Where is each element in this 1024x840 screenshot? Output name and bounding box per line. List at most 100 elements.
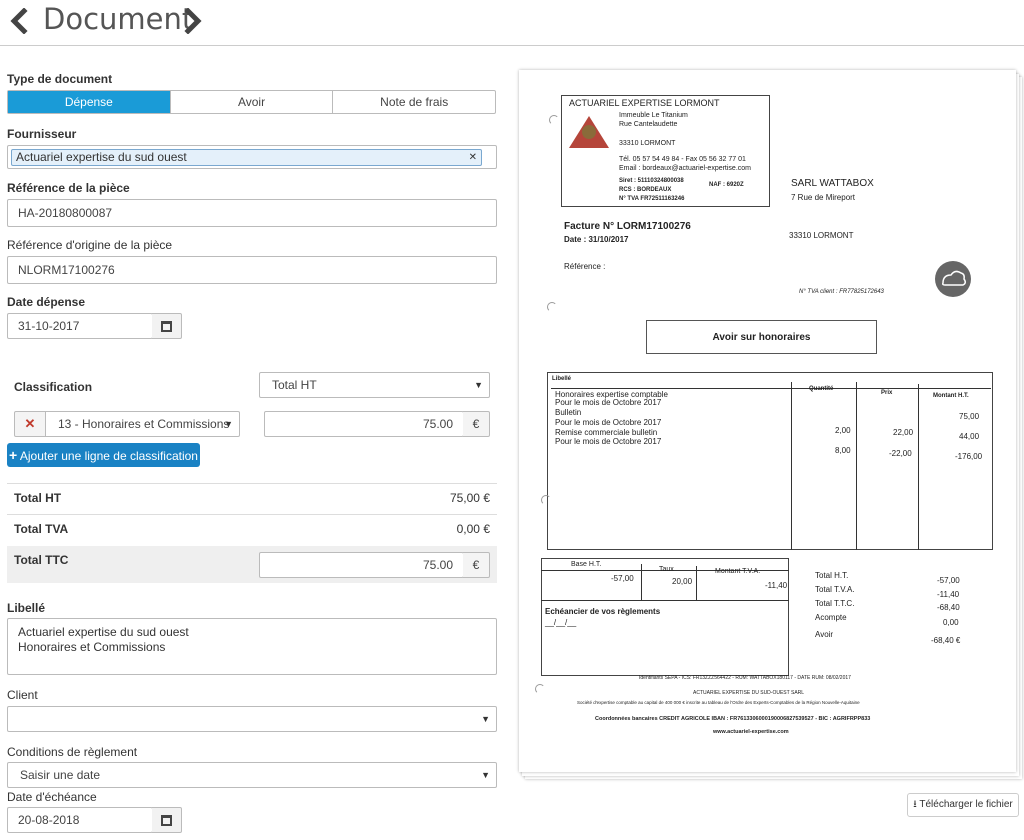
item-price: 22,00 <box>893 428 914 437</box>
item-line: Pour le mois de Octobre 2017 <box>555 437 662 446</box>
remove-line-button[interactable]: ✕ <box>14 411 46 437</box>
divider <box>856 382 857 550</box>
inv-total-label: Avoir <box>815 630 834 639</box>
inv-total-label: Total T.T.C. <box>815 599 855 608</box>
due-date-picker-button[interactable] <box>152 807 182 833</box>
type-option-depense[interactable]: Dépense <box>8 91 171 113</box>
divider <box>641 564 642 600</box>
reference-input[interactable]: HA-20180800087 <box>7 199 497 227</box>
total-tva-value: 0,00 € <box>456 522 490 536</box>
punch-hole <box>541 495 551 505</box>
supplier-select[interactable]: Actuariel expertise du sud ouest ✕ <box>7 145 497 169</box>
page-title: Document <box>43 2 194 36</box>
date-picker-button[interactable] <box>152 313 182 339</box>
invoice-page: ACTUARIEL EXPERTISE LORMONT Immeuble Le … <box>519 70 1016 772</box>
issuer-email: Email : bordeaux@actuariel-expertise.com <box>619 165 751 172</box>
item-qty: 2,00 <box>835 426 851 435</box>
divider <box>918 384 919 550</box>
chevron-down-icon: ▼ <box>224 419 233 429</box>
payment-terms-select[interactable]: Saisir une date ▼ <box>7 762 497 788</box>
item-qty: 8,00 <box>835 446 851 455</box>
payment-terms-label: Conditions de règlement <box>7 745 138 759</box>
col-amount: Montant H.T. <box>933 393 969 399</box>
item-line: Pour le mois de Octobre 2017 <box>555 418 662 427</box>
item-amount: 75,00 <box>959 412 980 421</box>
issuer-naf: NAF : 6920Z <box>709 182 744 188</box>
download-icon: ⭳ <box>913 799 917 810</box>
client-name: SARL WATTABOX <box>791 178 874 189</box>
libelle-line: Actuariel expertise du sud ouest <box>18 625 189 639</box>
footer-line: Coordonnées bancaires CREDIT AGRICOLE IB… <box>595 716 871 722</box>
reference-label: Référence de la pièce <box>7 181 130 195</box>
total-ht-value: 75,00 € <box>449 491 490 505</box>
sepa-line: Identifiants SEPA - ICS: FR13ZZZ564422 -… <box>639 675 851 681</box>
item-amount: 44,00 <box>959 432 980 441</box>
close-icon: ✕ <box>24 416 36 431</box>
vat-value: -11,40 <box>765 581 788 590</box>
col-qty: Quantité <box>809 386 834 392</box>
inv-total-value: -11,40 <box>937 590 960 599</box>
inv-total-value: -68,40 € <box>931 636 961 645</box>
classification-mode-select[interactable]: Total HT ▼ <box>259 372 490 398</box>
vat-value: -57,00 <box>611 574 634 583</box>
client-tva: N° TVA client : FR77825172643 <box>799 289 884 295</box>
category-select[interactable]: 13 - Honoraires et Commissions ▼ <box>45 411 240 437</box>
col-libelle: Libellé <box>552 376 572 382</box>
supplier-value: Actuariel expertise du sud ouest <box>16 150 187 164</box>
download-file-button[interactable]: ⭳ Télécharger le fichier <box>907 793 1019 817</box>
client-addr2: 33310 LORMONT <box>789 231 854 240</box>
divider <box>551 388 991 389</box>
issuer-addr2: Rue Cantelaudette <box>619 121 678 128</box>
divider <box>7 483 497 484</box>
client-select[interactable]: ▼ <box>7 706 497 732</box>
line-amount-input[interactable]: 75.00 <box>264 411 464 437</box>
col-price: Prix <box>881 390 893 396</box>
chevron-down-icon: ▼ <box>481 770 490 780</box>
document-type-label: Type de document <box>7 72 113 86</box>
add-line-label: Ajouter une ligne de classification <box>19 449 198 463</box>
footer-line: ACTUARIEL EXPERTISE DU SUD-OUEST SARL <box>693 690 805 696</box>
vat-header: Base H.T. <box>571 561 602 568</box>
divider <box>791 382 792 550</box>
due-date-label: Date d'échéance <box>7 790 97 804</box>
item-price: -22,00 <box>889 449 912 458</box>
remove-supplier-icon[interactable]: ✕ <box>469 150 477 165</box>
stamp-icon <box>935 261 971 297</box>
chevron-down-icon: ▼ <box>474 380 483 390</box>
type-option-note-de-frais[interactable]: Note de frais <box>333 91 495 113</box>
supplier-tag: Actuariel expertise du sud ouest ✕ <box>11 149 482 166</box>
libelle-textarea[interactable]: Actuariel expertise du sud ouest Honorai… <box>7 618 497 675</box>
type-option-avoir[interactable]: Avoir <box>171 91 334 113</box>
vat-header: Montant T.V.A. <box>715 568 761 575</box>
document-preview: ACTUARIEL EXPERTISE LORMONT Immeuble Le … <box>519 70 1022 780</box>
company-logo-icon <box>569 116 609 148</box>
calendar-icon <box>161 815 172 826</box>
punch-hole <box>547 302 557 312</box>
vat-header: Taux <box>659 566 674 573</box>
inv-total-label: Acompte <box>815 613 847 622</box>
date-input[interactable]: 31-10-2017 <box>7 313 153 339</box>
invoice-date: Date : 31/10/2017 <box>564 235 629 244</box>
due-date-input[interactable]: 20-08-2018 <box>7 807 153 833</box>
calendar-icon <box>161 321 172 332</box>
divider <box>7 514 497 515</box>
item-line: Bulletin <box>555 408 582 417</box>
add-classification-line-button[interactable]: + Ajouter une ligne de classification <box>7 443 200 467</box>
issuer-name: ACTUARIEL EXPERTISE LORMONT <box>569 98 720 108</box>
download-label: Télécharger le fichier <box>919 799 1013 810</box>
divider <box>541 600 789 601</box>
next-document-icon[interactable] <box>182 7 204 35</box>
total-tva-label: Total TVA <box>14 522 69 536</box>
origin-reference-input[interactable]: NLORM17100276 <box>7 256 497 284</box>
divider <box>696 566 697 600</box>
inv-total-value: -57,00 <box>937 576 960 585</box>
total-ttc-input[interactable]: 75.00 <box>259 552 464 578</box>
document-type-selector: Dépense Avoir Note de frais <box>7 90 496 114</box>
previous-document-icon[interactable] <box>8 7 30 35</box>
category-value: 13 - Honoraires et Commissions <box>58 417 230 431</box>
payment-terms-value: Saisir une date <box>20 768 101 782</box>
page-header: Document <box>0 0 1024 46</box>
document-title: Avoir sur honoraires <box>712 332 811 343</box>
libelle-line: Honoraires et Commissions <box>18 640 166 654</box>
item-amount: -176,00 <box>955 452 983 461</box>
